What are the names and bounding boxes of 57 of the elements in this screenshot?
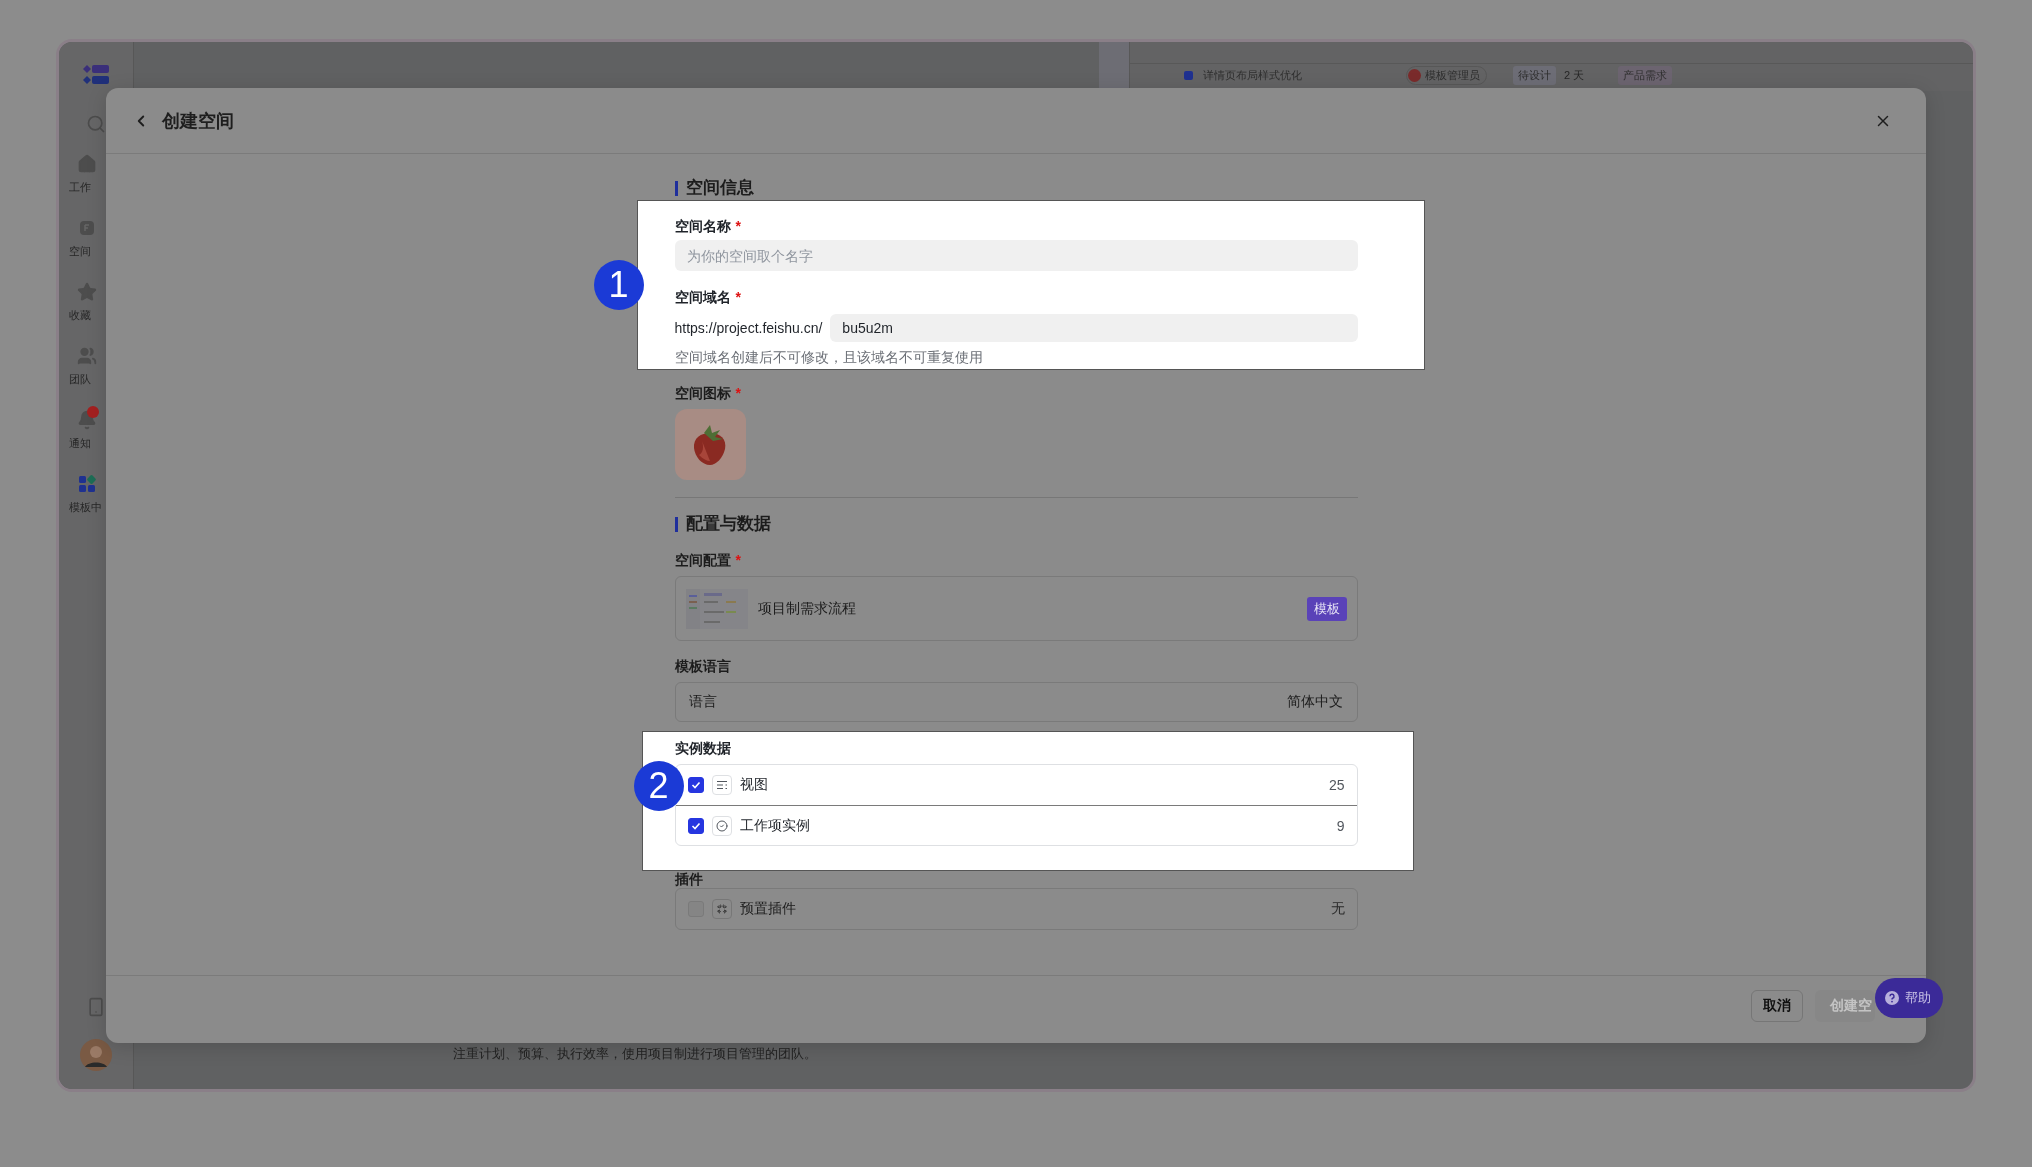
sidebar-item[interactable]: 空间 <box>59 218 134 282</box>
section-title: 配置与数据 <box>674 512 1358 536</box>
sidebar-item[interactable]: 收藏 <box>59 282 134 346</box>
sidebar-item[interactable]: 模板中 <box>59 474 134 538</box>
option-label: 预置插件 <box>739 900 797 918</box>
option-label: 视图 <box>739 776 769 794</box>
callout-badge: 2 <box>633 761 684 811</box>
dialog-title: 创建空间 <box>162 109 235 133</box>
option-count: 9 <box>1336 817 1345 834</box>
language-select[interactable]: 语言 简体中文 <box>674 682 1358 722</box>
field-label: 空间域名 * <box>674 288 742 307</box>
option-count: 无 <box>1330 900 1345 918</box>
grid-icon <box>76 474 97 494</box>
help-icon <box>1885 991 1899 1005</box>
field-label: 空间图标 * <box>674 384 742 403</box>
cancel-button[interactable]: 取消 <box>1751 990 1803 1022</box>
template-name: 项目制需求流程 <box>757 599 857 618</box>
field-label: 插件 <box>674 871 704 887</box>
checkbox[interactable] <box>687 777 704 793</box>
required-mark: * <box>735 552 741 568</box>
section-title: 空间信息 <box>674 176 1358 200</box>
select-value: 简体中文 <box>1286 693 1344 711</box>
template-card[interactable]: 项目制需求流程 模板 <box>674 576 1358 641</box>
checkbox[interactable] <box>687 817 704 834</box>
logo-icon <box>82 64 110 86</box>
description-text: 注重计划、预算、执行效率，使用项目制进行项目管理的团队。 <box>453 1045 817 1063</box>
option-count: 25 <box>1328 777 1345 793</box>
sidebar-item[interactable]: 团队 <box>59 346 134 410</box>
star-icon <box>76 282 97 302</box>
help-button[interactable]: 帮助 <box>1875 978 1943 1018</box>
domain-prefix: https://project.feishu.cn/ <box>674 320 823 336</box>
table-cell: 2 天 <box>1564 68 1585 83</box>
side-panel <box>1099 42 1129 91</box>
field-label: 空间配置 * <box>674 551 742 570</box>
field-label: 模板语言 <box>674 657 732 676</box>
helper-text: 空间域名创建后不可修改，且该域名不可重复使用 <box>674 349 984 367</box>
home-icon <box>76 154 97 174</box>
select-label: 语言 <box>688 693 718 711</box>
required-mark: * <box>735 218 741 234</box>
field-label: 空间名称 * <box>674 217 742 236</box>
avatar <box>1408 69 1421 82</box>
template-tag: 模板 <box>1306 596 1347 621</box>
checkmark-icon <box>690 820 701 831</box>
avatar[interactable] <box>80 1039 112 1071</box>
required-mark: * <box>735 289 741 305</box>
checkmark-icon <box>690 780 701 790</box>
option-label: 工作项实例 <box>739 816 811 835</box>
sidebar-item[interactable]: 通知 <box>59 410 134 474</box>
domain-input[interactable]: bu5u2m <box>830 314 1358 342</box>
name-input[interactable]: 为你的空间取个名字 <box>674 240 1358 271</box>
space-icon-picker[interactable] <box>674 409 746 480</box>
status-tag: 待设计 <box>1513 66 1556 85</box>
field-label: 实例数据 <box>674 739 732 758</box>
team-icon <box>76 346 97 366</box>
required-mark: * <box>735 385 741 401</box>
callout-badge: 1 <box>593 260 644 310</box>
item-icon <box>1184 71 1193 80</box>
